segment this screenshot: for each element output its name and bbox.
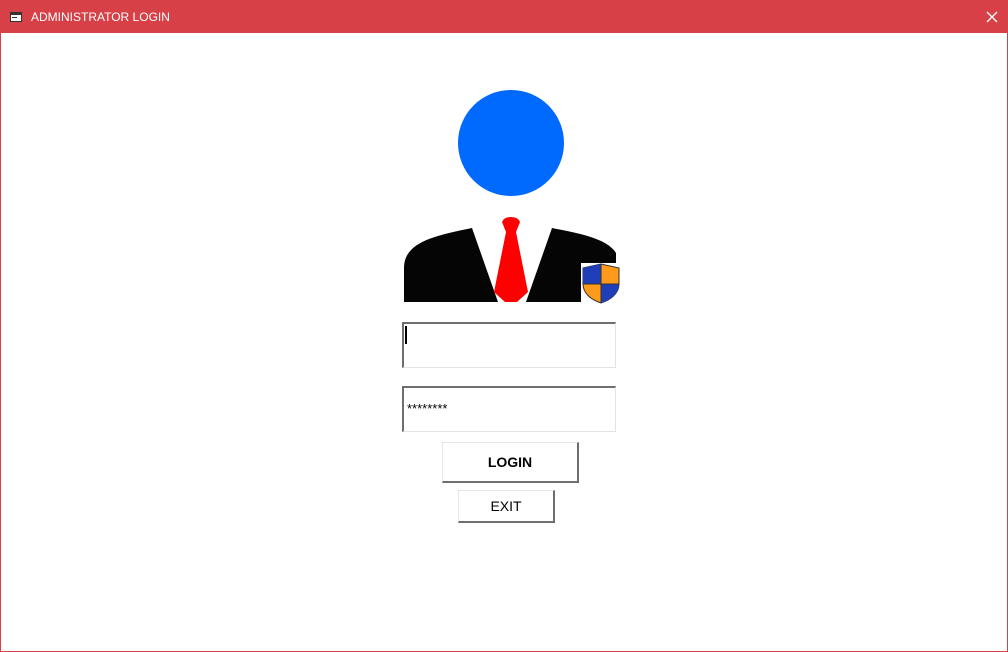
login-window: ADMINISTRATOR LOGIN LOGIN EXIT [0,0,1008,652]
title-bar[interactable]: ADMINISTRATOR LOGIN [1,1,1007,33]
password-input[interactable] [402,386,616,432]
text-caret [405,326,407,344]
close-icon [986,11,998,23]
administrator-avatar-icon [404,90,621,304]
username-input[interactable] [402,322,616,368]
close-button[interactable] [977,1,1007,33]
security-shield-icon [581,263,621,304]
window-title: ADMINISTRATOR LOGIN [31,10,170,24]
form-icon [10,12,22,22]
exit-button[interactable]: EXIT [458,490,555,523]
login-button[interactable]: LOGIN [442,442,579,483]
